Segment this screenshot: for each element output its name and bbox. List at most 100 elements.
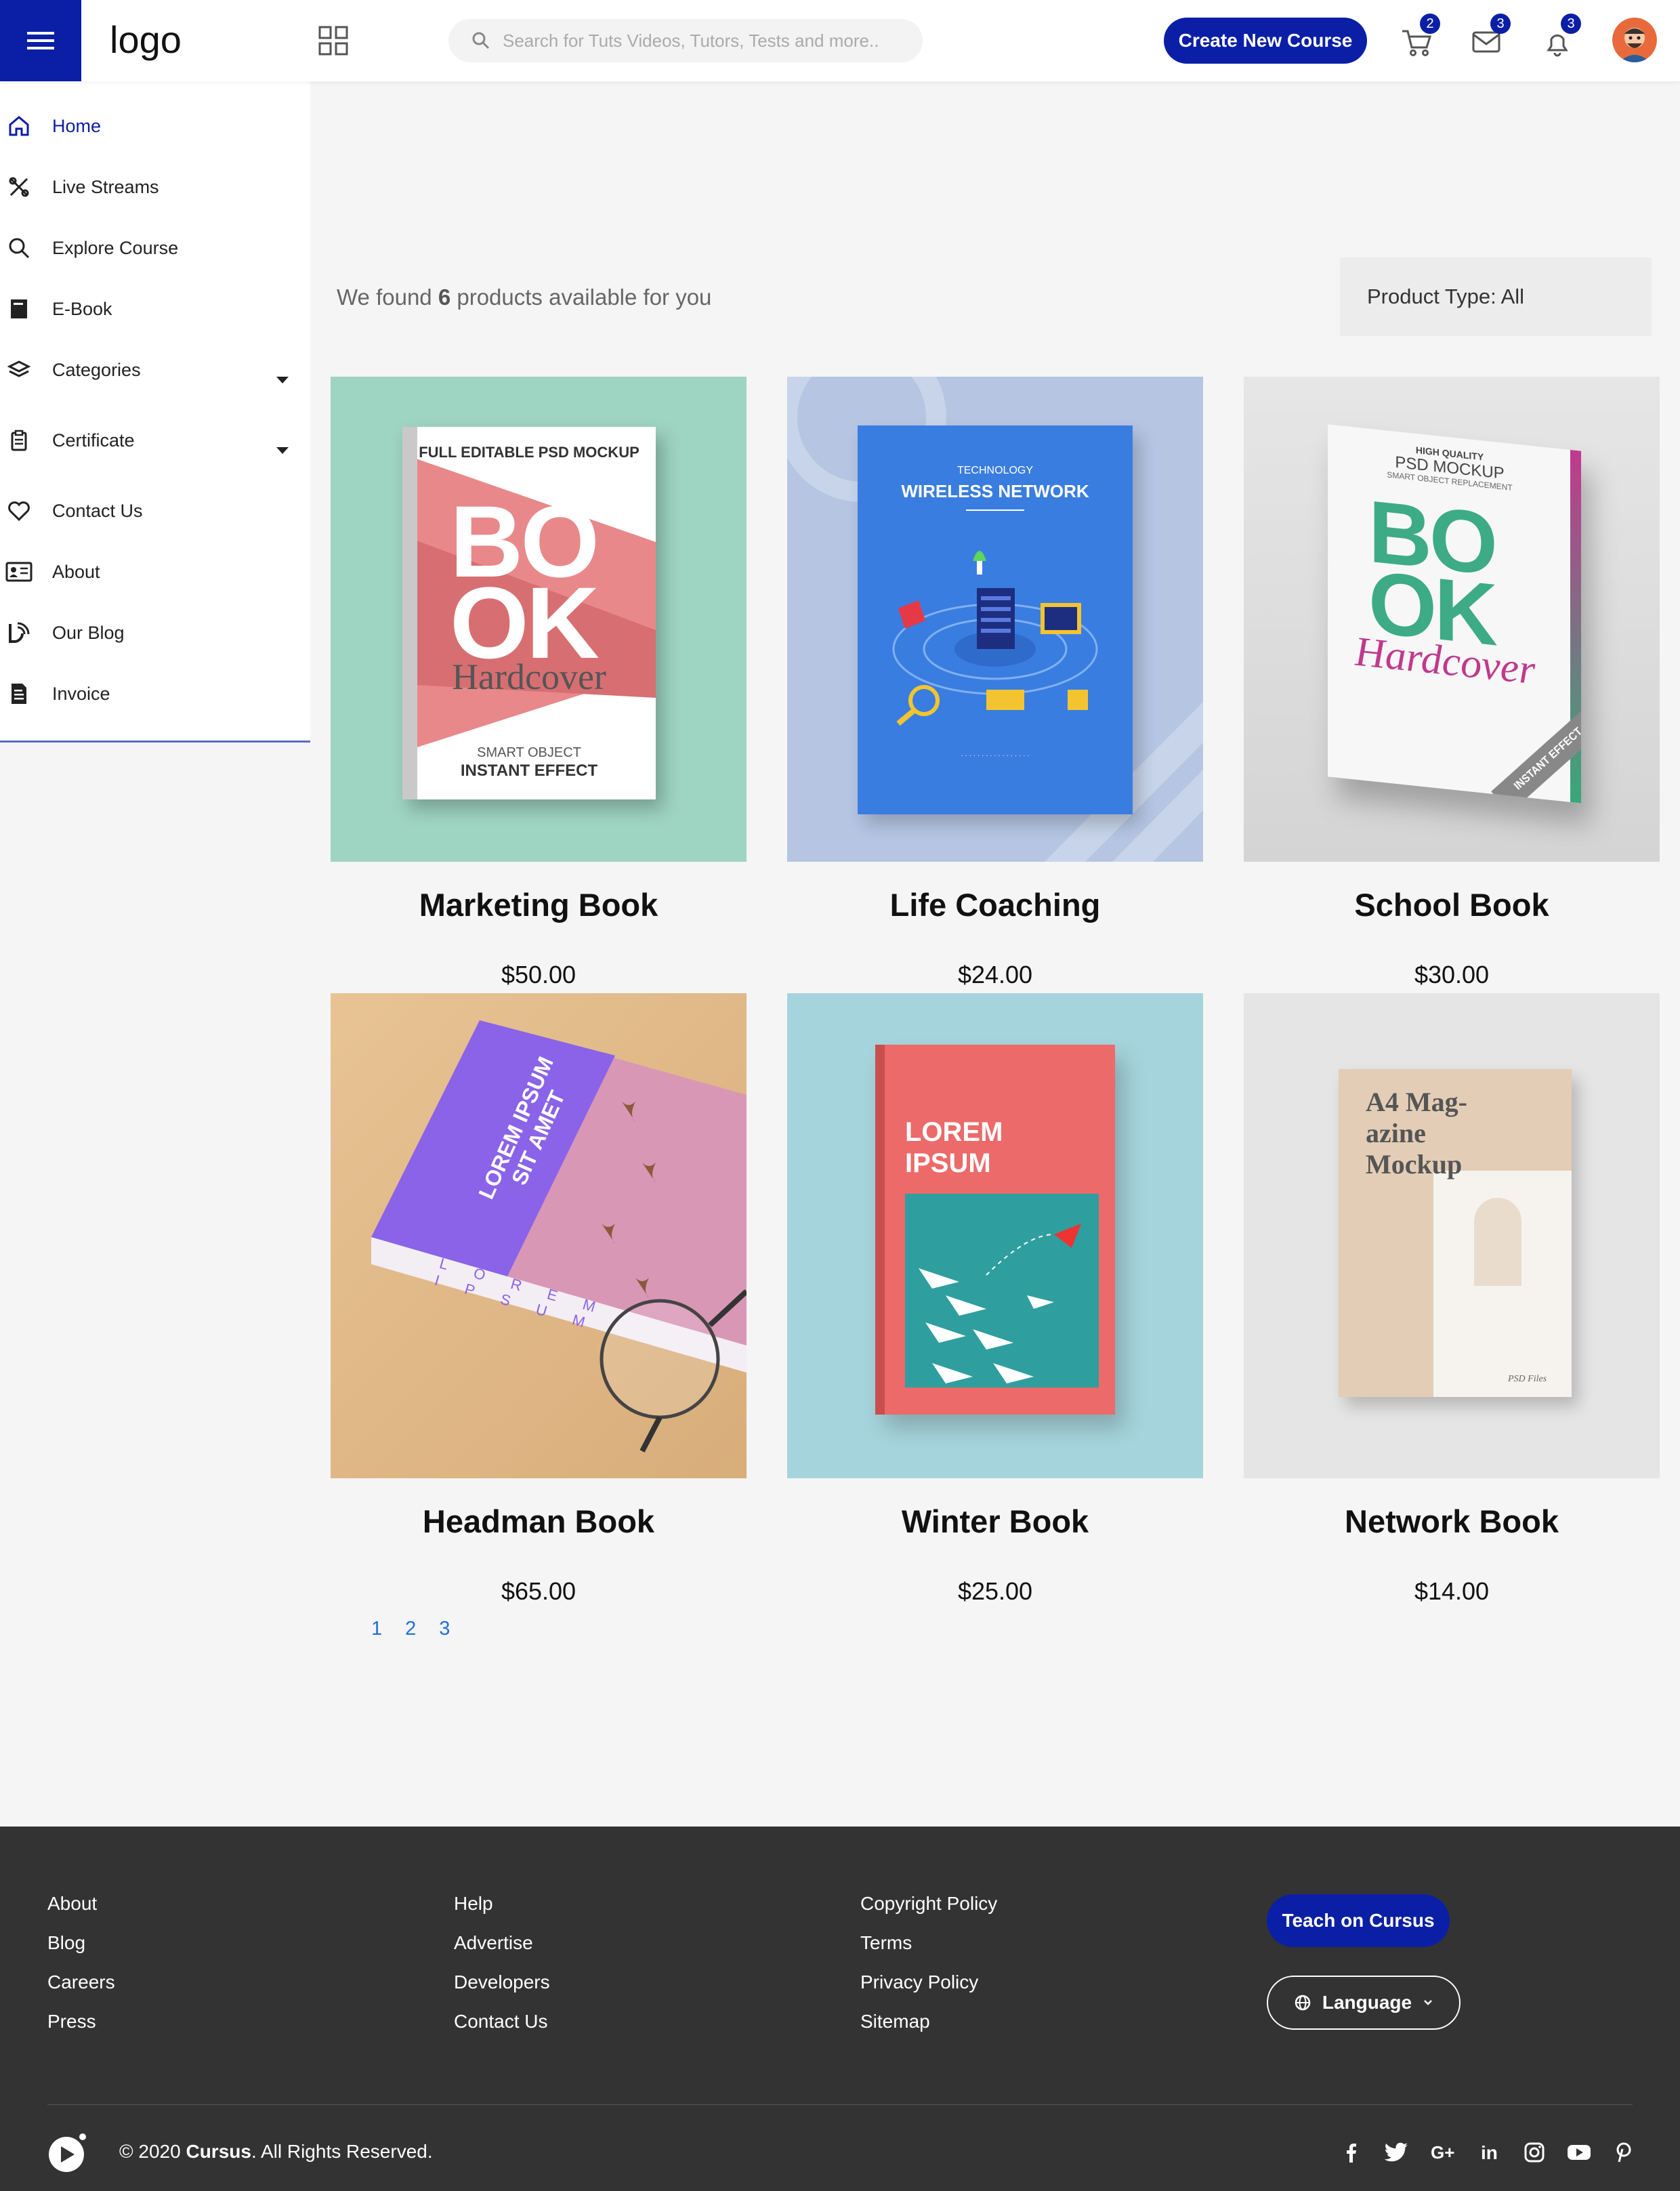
user-avatar[interactable] bbox=[1612, 18, 1657, 62]
sidebar-item-ebook[interactable]: E-Book bbox=[0, 282, 310, 336]
chevron-down-icon[interactable] bbox=[276, 447, 289, 454]
book-cover: A4 Mag-azine Mockup PSD Files bbox=[1339, 1069, 1572, 1397]
twitter-icon[interactable] bbox=[1383, 2141, 1409, 2164]
search-icon bbox=[5, 234, 33, 262]
sidebar-item-explore-course[interactable]: Explore Course bbox=[0, 221, 310, 275]
product-card[interactable]: A4 Mag-azine Mockup PSD Files Network Bo… bbox=[1244, 993, 1660, 1605]
cover-top-text: FULL EDITABLE PSD MOCKUP bbox=[419, 444, 639, 461]
footer-column-2: Help Advertise Developers Contact Us bbox=[454, 1893, 550, 2050]
live-streams-icon bbox=[5, 173, 33, 201]
sidebar-item-label: Contact Us bbox=[52, 500, 143, 521]
language-label: Language bbox=[1322, 1992, 1412, 2013]
product-image: LOREM IPSUM bbox=[787, 993, 1203, 1478]
search-icon bbox=[472, 32, 490, 49]
invoice-icon bbox=[5, 680, 33, 707]
home-icon bbox=[5, 112, 33, 140]
footer-link-help[interactable]: Help bbox=[454, 1893, 550, 1932]
instagram-icon[interactable] bbox=[1523, 2141, 1546, 2164]
grid-icon[interactable] bbox=[318, 26, 348, 56]
product-price: $24.00 bbox=[957, 961, 1033, 988]
search-input[interactable] bbox=[503, 30, 896, 51]
notifications-button[interactable]: 3 bbox=[1540, 14, 1581, 61]
product-name[interactable]: Life Coaching bbox=[787, 886, 1203, 923]
cover-title-2: IPSUM bbox=[905, 1148, 991, 1178]
footer-link-contact-us[interactable]: Contact Us bbox=[454, 2011, 550, 2050]
sidebar-item-our-blog[interactable]: Our Blog bbox=[0, 606, 310, 660]
id-card-icon bbox=[5, 558, 33, 585]
page-link-3[interactable]: 3 bbox=[439, 1618, 450, 1640]
cover-big-text-2: OK bbox=[450, 566, 600, 680]
footer-link-press[interactable]: Press bbox=[47, 2011, 115, 2050]
footer-link-copyright-policy[interactable]: Copyright Policy bbox=[860, 1893, 997, 1932]
cover-foot-1: SMART OBJECT bbox=[477, 745, 581, 760]
create-new-course-button[interactable]: Create New Course bbox=[1164, 18, 1367, 64]
sidebar-item-about[interactable]: About bbox=[0, 545, 310, 599]
facebook-icon[interactable] bbox=[1340, 2141, 1363, 2164]
product-name[interactable]: Network Book bbox=[1244, 1503, 1660, 1540]
cursus-logo-icon[interactable] bbox=[47, 2133, 88, 2173]
page-link-1[interactable]: 1 bbox=[371, 1618, 382, 1640]
messages-button[interactable]: 3 bbox=[1470, 14, 1511, 61]
footer-link-careers[interactable]: Careers bbox=[47, 1971, 115, 2011]
sidebar-item-label: About bbox=[52, 561, 100, 582]
sidebar-item-label: Our Blog bbox=[52, 622, 125, 643]
book-cover: LOREM IPSUM bbox=[875, 1045, 1115, 1415]
pinterest-icon[interactable] bbox=[1612, 2141, 1635, 2164]
product-image: HIGH QUALITY PSD MOCKUP SMART OBJECT REP… bbox=[1244, 377, 1660, 862]
product-card[interactable]: LOREM IPSUM SIT AMET LOREM IPSUM Headman… bbox=[331, 993, 747, 1605]
footer-link-sitemap[interactable]: Sitemap bbox=[860, 2011, 997, 2050]
pagination: 1 2 3 bbox=[371, 1618, 450, 1640]
product-name[interactable]: School Book bbox=[1244, 886, 1660, 923]
copyright-brand[interactable]: Cursus bbox=[186, 2141, 251, 2162]
notifications-count-badge: 3 bbox=[1561, 14, 1581, 34]
book-icon bbox=[5, 295, 33, 322]
product-image: A4 Mag-azine Mockup PSD Files bbox=[1244, 993, 1660, 1478]
cart-button[interactable]: 2 bbox=[1400, 14, 1440, 61]
product-price: $25.00 bbox=[957, 1577, 1033, 1605]
menu-toggle-button[interactable] bbox=[0, 0, 81, 81]
results-prefix: We found bbox=[337, 285, 432, 310]
cover-ribbon: INSTANT EFFECT bbox=[1491, 705, 1581, 804]
sidebar-item-certificate[interactable]: Certificate bbox=[0, 413, 310, 467]
product-type-filter[interactable]: Product Type: All bbox=[1340, 257, 1652, 336]
linkedin-icon[interactable]: in bbox=[1479, 2141, 1503, 2164]
sidebar-item-label: Home bbox=[52, 115, 102, 136]
footer-link-about[interactable]: About bbox=[47, 1893, 115, 1932]
sidebar-item-label: Live Streams bbox=[52, 176, 159, 197]
product-card[interactable]: FULL EDITABLE PSD MOCKUP BO OK Hardcover… bbox=[331, 377, 747, 988]
product-card[interactable]: LOREM IPSUM Winter Book $25.00 bbox=[787, 993, 1203, 1605]
youtube-icon[interactable] bbox=[1566, 2141, 1592, 2164]
svg-text:in: in bbox=[1481, 2142, 1498, 2163]
footer-link-privacy-policy[interactable]: Privacy Policy bbox=[860, 1971, 997, 2011]
footer-column-1: About Blog Careers Press bbox=[47, 1893, 115, 2050]
copyright-text: © 2020 Cursus. All Rights Reserved. bbox=[119, 2141, 433, 2163]
chevron-down-icon[interactable] bbox=[276, 377, 289, 383]
heart-icon bbox=[5, 497, 33, 524]
footer-link-terms[interactable]: Terms bbox=[860, 1932, 997, 1971]
sidebar-item-live-streams[interactable]: Live Streams bbox=[0, 160, 310, 214]
svg-text:· · · · · · · · · · · · · · ·: · · · · · · · · · · · · · · · · · bbox=[961, 752, 1029, 759]
sidebar-item-invoice[interactable]: Invoice bbox=[0, 667, 310, 721]
sidebar-item-categories[interactable]: Categories bbox=[0, 343, 310, 397]
product-card[interactable]: HIGH QUALITY PSD MOCKUP SMART OBJECT REP… bbox=[1244, 377, 1660, 988]
page-link-2[interactable]: 2 bbox=[405, 1618, 416, 1640]
footer-link-blog[interactable]: Blog bbox=[47, 1932, 115, 1971]
google-plus-icon[interactable]: G+ bbox=[1429, 2141, 1459, 2164]
sidebar-item-home[interactable]: Home bbox=[0, 99, 310, 153]
footer-link-advertise[interactable]: Advertise bbox=[454, 1932, 550, 1971]
product-name[interactable]: Headman Book bbox=[331, 1503, 747, 1540]
paper-planes-art bbox=[905, 1194, 1099, 1387]
sidebar-item-label: Explore Course bbox=[52, 237, 179, 258]
product-name[interactable]: Winter Book bbox=[787, 1503, 1203, 1540]
product-card[interactable]: TECHNOLOGY WIRELESS NETWORK · · · · · · … bbox=[787, 377, 1203, 988]
footer-link-developers[interactable]: Developers bbox=[454, 1971, 550, 2011]
sidebar-item-contact-us[interactable]: Contact Us bbox=[0, 484, 310, 538]
network-illustration: · · · · · · · · · · · · · · · · · bbox=[892, 509, 1098, 759]
cart-count-badge: 2 bbox=[1420, 14, 1440, 34]
site-logo[interactable]: logo bbox=[110, 18, 182, 62]
language-select[interactable]: Language bbox=[1267, 1976, 1461, 2030]
product-price: $30.00 bbox=[1414, 961, 1490, 988]
messages-count-badge: 3 bbox=[1490, 14, 1511, 34]
teach-on-cursus-button[interactable]: Teach on Cursus bbox=[1267, 1894, 1450, 1947]
product-name[interactable]: Marketing Book bbox=[331, 886, 747, 923]
